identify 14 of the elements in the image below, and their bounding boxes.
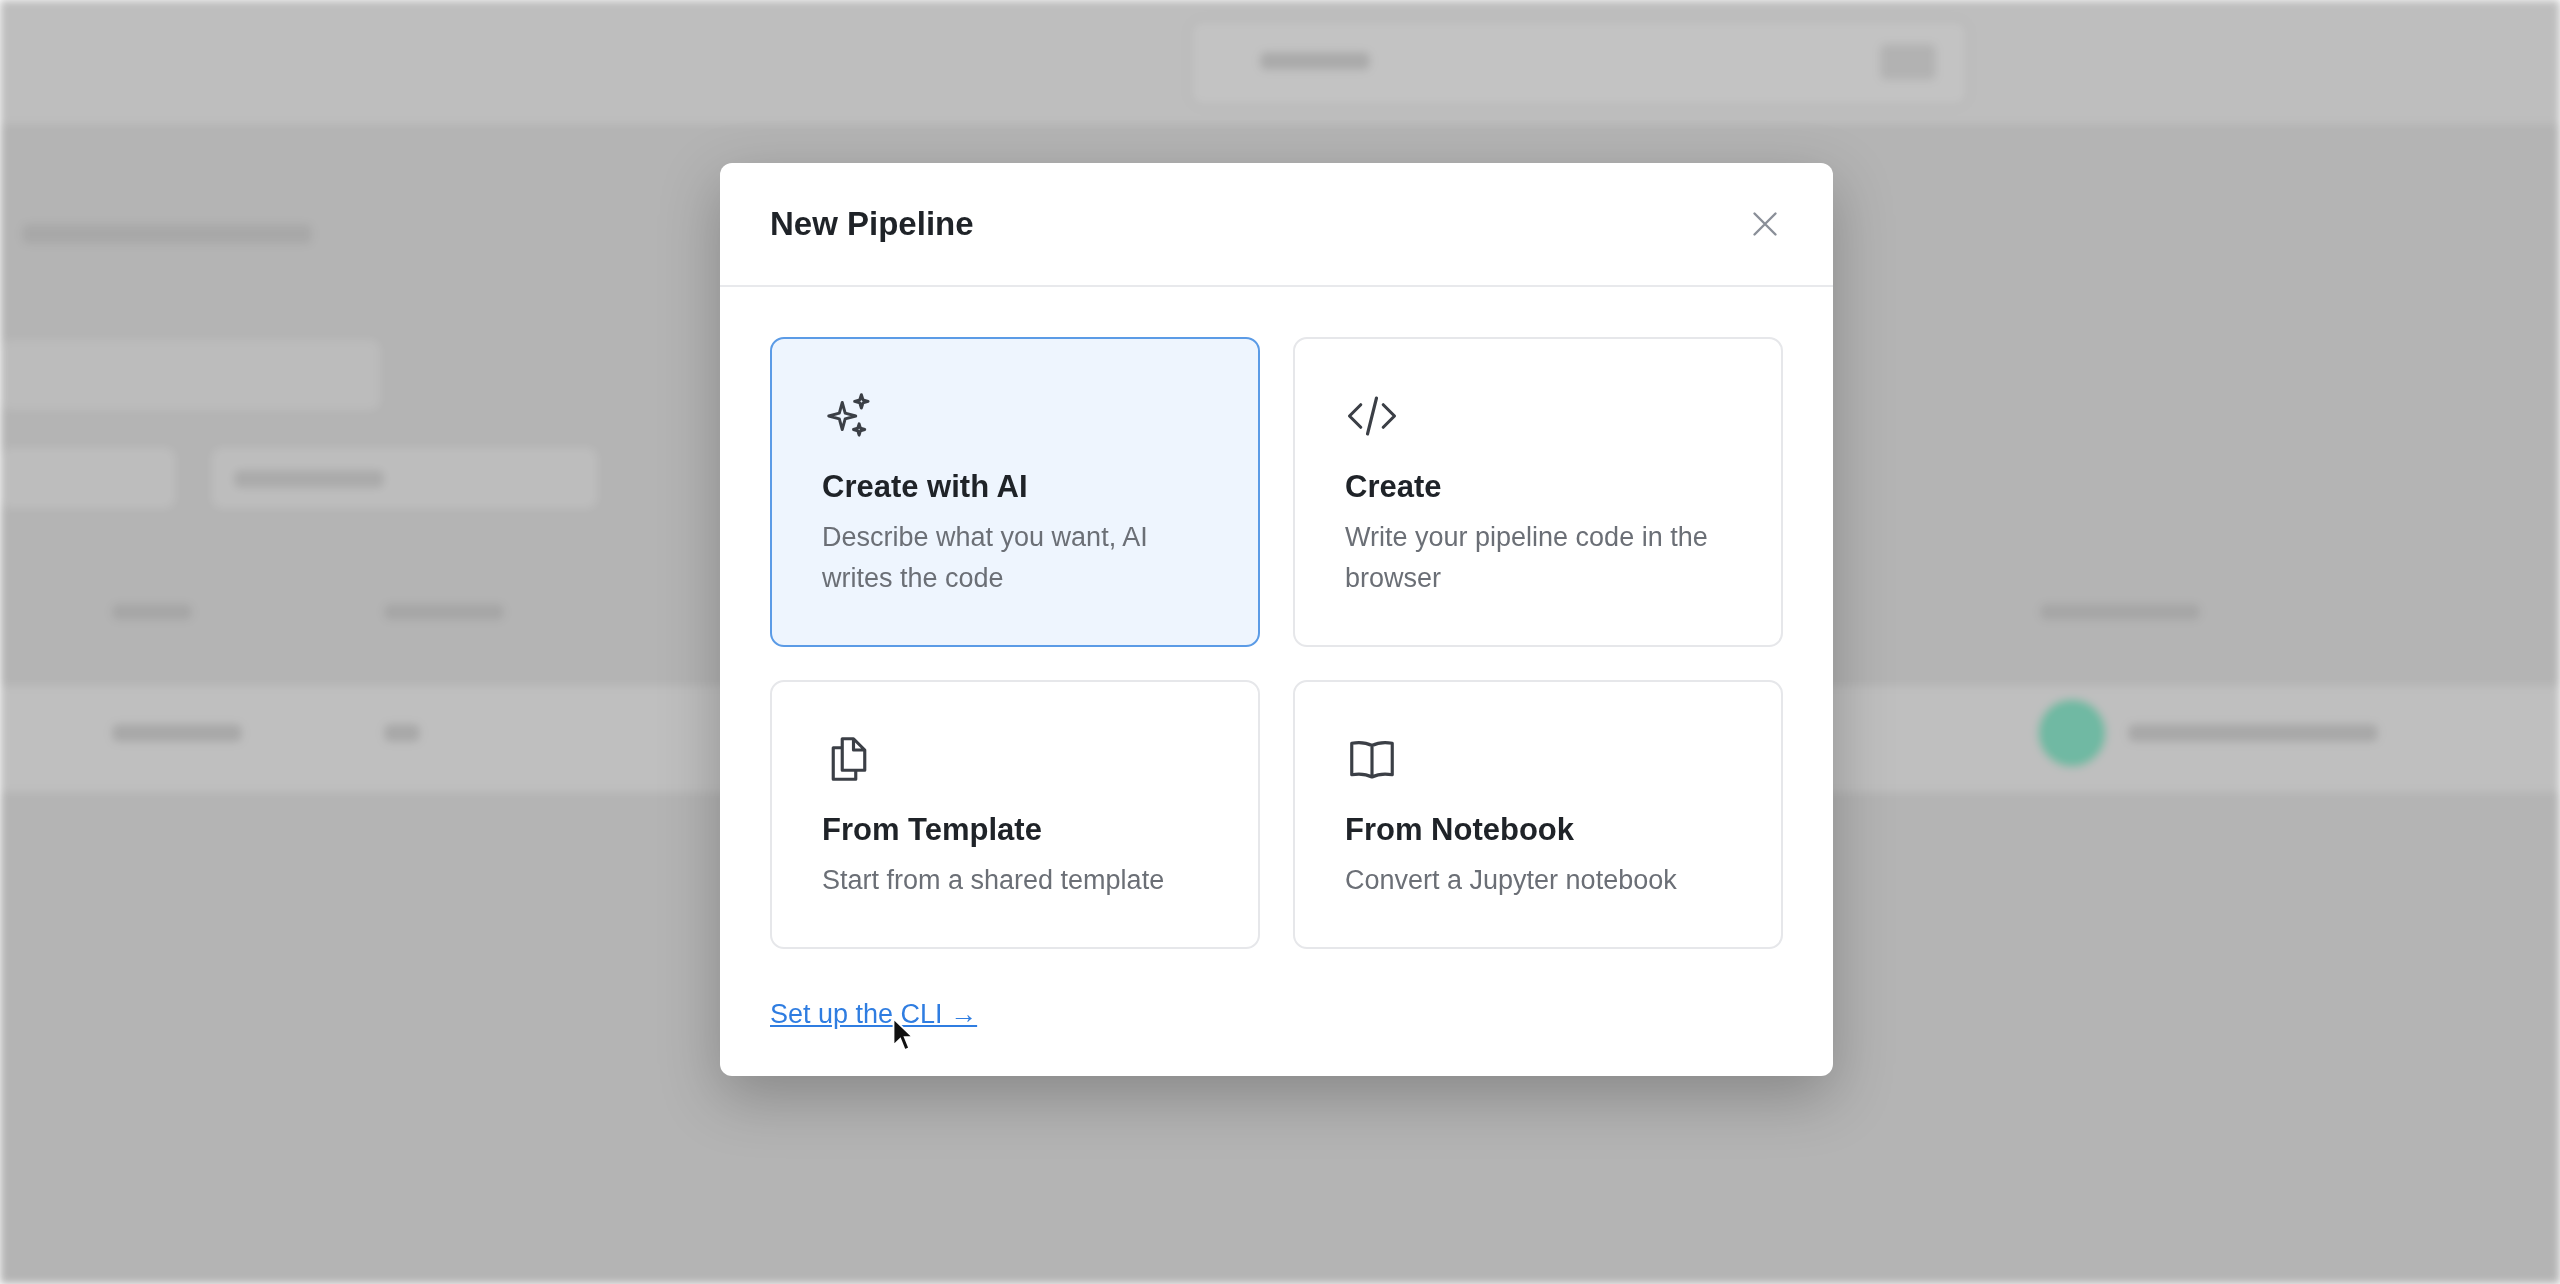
- option-card[interactable]: Create with AI Describe what you want, AI writes the code: [770, 337, 1260, 647]
- option-description: Write your pipeline code in the browser: [1345, 521, 1709, 595]
- option-card[interactable]: Create Write your pipeline code in the browser: [1293, 337, 1783, 647]
- cli-setup-link[interactable]: Set up the CLI →: [770, 999, 978, 1030]
- option-card[interactable]: From Notebook Convert a Jupyter notebook: [1293, 680, 1783, 949]
- option-title: From Notebook: [1345, 812, 1575, 848]
- dialog-title: New Pipeline: [770, 205, 974, 243]
- option-card[interactable]: From Template Start from a shared template: [770, 680, 1260, 949]
- option-title: Create: [1345, 469, 1442, 505]
- option-description: Convert a Jupyter notebook: [1345, 864, 1677, 897]
- option-description: Start from a shared template: [822, 864, 1165, 897]
- option-title: From Template: [822, 812, 1042, 848]
- option-description: Describe what you want, AI writes the code: [822, 521, 1149, 595]
- option-title: Create with AI: [822, 469, 1028, 505]
